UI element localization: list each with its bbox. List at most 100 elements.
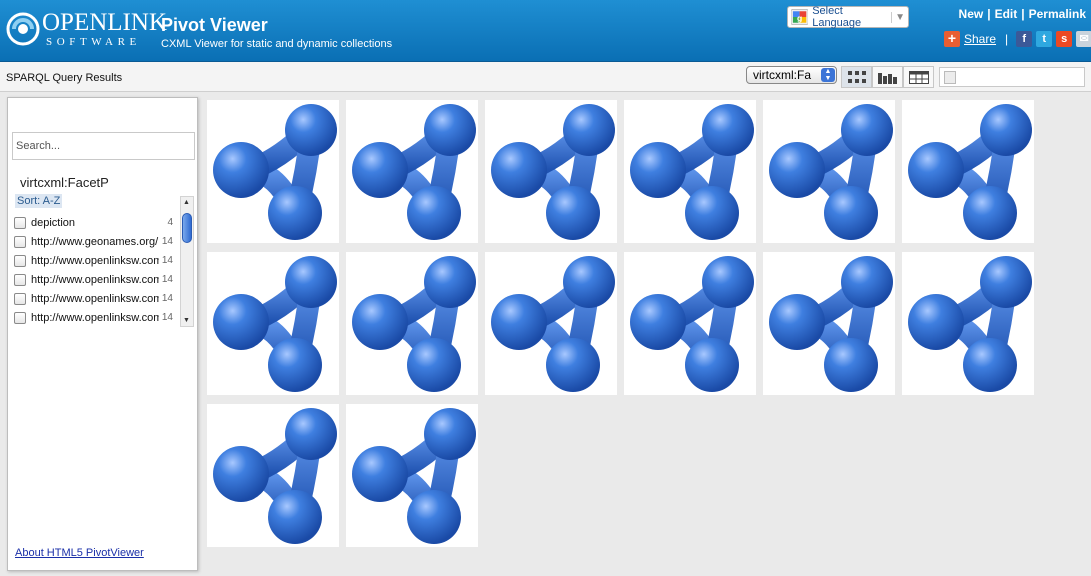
rdf-molecule-icon <box>769 256 893 392</box>
addthis-plus-icon[interactable]: + <box>944 31 960 47</box>
facet-item[interactable]: http://www.openlinksw.com 14 <box>14 251 178 270</box>
facet-checkbox[interactable] <box>14 254 26 267</box>
facet-item-count: 14 <box>161 293 173 304</box>
sort-toggle[interactable]: Sort: A-Z <box>15 194 63 208</box>
facet-item-label: http://www.geonames.org/ <box>31 235 159 248</box>
rdf-molecule-icon <box>908 256 1032 392</box>
collection-tile[interactable] <box>207 100 339 243</box>
edit-link[interactable]: Edit <box>995 7 1018 21</box>
separator: | <box>1021 7 1025 21</box>
collection-tile[interactable] <box>624 100 756 243</box>
collection-tile[interactable] <box>902 100 1034 243</box>
logo-subtext: SOFTWARE <box>46 36 141 48</box>
share-row: + Share | f t s ✉ <box>944 30 1091 48</box>
rdf-molecule-icon <box>213 256 337 392</box>
facet-item-count: 14 <box>161 274 173 285</box>
top-links: New | Edit | Permalink <box>959 7 1086 21</box>
grid-view-button[interactable] <box>841 66 872 88</box>
google-translate-icon: g <box>791 9 809 25</box>
rdf-molecule-icon <box>908 104 1032 240</box>
scroll-down-icon[interactable]: ▼ <box>183 317 190 324</box>
facet-checkbox[interactable] <box>14 235 26 248</box>
facet-list-scrollbar[interactable]: ▲ ▼ <box>180 196 194 327</box>
collection-tile[interactable] <box>763 252 895 395</box>
rdf-molecule-icon <box>352 256 476 392</box>
grid-view-icon <box>847 71 866 83</box>
scrollbar-thumb[interactable] <box>182 213 192 243</box>
search-input[interactable] <box>12 132 195 160</box>
histogram-view-icon <box>877 72 897 84</box>
facet-checkbox[interactable] <box>14 216 26 229</box>
collection-tile[interactable] <box>485 252 617 395</box>
rdf-molecule-icon <box>213 104 337 240</box>
scroll-up-icon[interactable]: ▲ <box>183 199 190 206</box>
svg-text:g: g <box>797 13 802 23</box>
collection-tile[interactable] <box>207 252 339 395</box>
rdf-molecule-icon <box>769 104 893 240</box>
header-bar: OPENLINK SOFTWARE Pivot Viewer CXML View… <box>0 0 1091 62</box>
facet-checkbox[interactable] <box>14 311 26 324</box>
facet-item-label: depiction <box>31 216 76 229</box>
share-link[interactable]: Share <box>964 32 996 46</box>
collection-tile[interactable] <box>624 252 756 395</box>
facet-sidebar: virtcxml:FacetP Sort: A-Z depiction 4 http… <box>7 97 198 571</box>
facet-item-count: 14 <box>161 312 173 323</box>
logo-wordmark: OPENLINK <box>42 9 167 36</box>
facet-item[interactable]: http://www.geonames.org/14 <box>14 232 178 251</box>
separator: | <box>1005 32 1009 46</box>
facet-item-label: http://www.openlinksw.com <box>31 292 159 305</box>
chevron-down-icon: ▼ <box>891 11 908 23</box>
language-select[interactable]: g Select Language ▼ <box>787 5 909 29</box>
sort-facet-select-value: virtcxml:Fa <box>753 68 811 82</box>
facet-item[interactable]: http://www.openlinksw.com 14 <box>14 308 178 327</box>
facet-checkbox[interactable] <box>14 273 26 286</box>
collection-tile[interactable] <box>902 252 1034 395</box>
permalink-link[interactable]: Permalink <box>1029 7 1086 21</box>
rdf-molecule-icon <box>213 408 337 544</box>
collection-tile[interactable] <box>763 100 895 243</box>
collection-tile[interactable] <box>346 100 478 243</box>
facet-item[interactable]: http://www.openlinksw.com 14 <box>14 270 178 289</box>
collection-tile[interactable] <box>346 404 478 547</box>
language-select-label: Select Language <box>812 5 862 29</box>
table-view-icon <box>908 70 929 84</box>
toolbar: SPARQL Query Results virtcxml:Fa ▲ ▼ <box>0 62 1091 92</box>
table-view-button[interactable] <box>903 66 934 88</box>
app-subtitle: CXML Viewer for static and dynamic colle… <box>161 38 393 50</box>
app-title: Pivot Viewer <box>161 15 268 35</box>
select-arrows-icon: ▲ ▼ <box>821 68 835 82</box>
facet-value-list: depiction 4 http://www.geonames.org/14 http… <box>14 213 178 327</box>
facet-checkbox[interactable] <box>14 292 26 305</box>
collection-tile[interactable] <box>346 252 478 395</box>
facet-item-count: 4 <box>167 217 173 228</box>
collection-tile[interactable] <box>207 404 339 547</box>
sort-facet-select[interactable]: virtcxml:Fa ▲ ▼ <box>746 66 837 84</box>
view-buttons <box>841 66 934 88</box>
openlink-logo[interactable]: OPENLINK SOFTWARE <box>6 8 167 52</box>
facet-item-label: http://www.openlinksw.com <box>31 254 159 267</box>
facet-title[interactable]: virtcxml:FacetP <box>20 175 109 190</box>
zoom-slider-handle[interactable] <box>944 71 956 84</box>
histogram-view-button[interactable] <box>872 66 903 88</box>
openlink-logo-mark-icon <box>6 12 40 46</box>
facet-item-count: 14 <box>161 255 173 266</box>
collection-tile[interactable] <box>485 100 617 243</box>
facebook-icon[interactable]: f <box>1016 31 1033 47</box>
facet-item[interactable]: http://www.openlinksw.com 14 <box>14 289 178 308</box>
rdf-molecule-icon <box>491 256 615 392</box>
rdf-molecule-icon <box>630 256 754 392</box>
about-link[interactable]: About HTML5 PivotViewer <box>15 547 144 559</box>
separator: | <box>987 7 991 21</box>
email-icon[interactable]: ✉ <box>1076 31 1091 47</box>
zoom-slider[interactable] <box>939 67 1085 87</box>
rdf-molecule-icon <box>630 104 754 240</box>
new-link[interactable]: New <box>959 7 984 21</box>
toolbar-title: SPARQL Query Results <box>6 72 123 84</box>
rdf-molecule-icon <box>491 104 615 240</box>
rdf-molecule-icon <box>352 104 476 240</box>
stumbleupon-icon[interactable]: s <box>1056 31 1073 47</box>
facet-item[interactable]: depiction 4 <box>14 213 178 232</box>
pivot-viewer-app: OPENLINK SOFTWARE Pivot Viewer CXML View… <box>0 0 1091 576</box>
facet-item-label: http://www.openlinksw.com <box>31 311 159 324</box>
twitter-icon[interactable]: t <box>1036 31 1053 47</box>
